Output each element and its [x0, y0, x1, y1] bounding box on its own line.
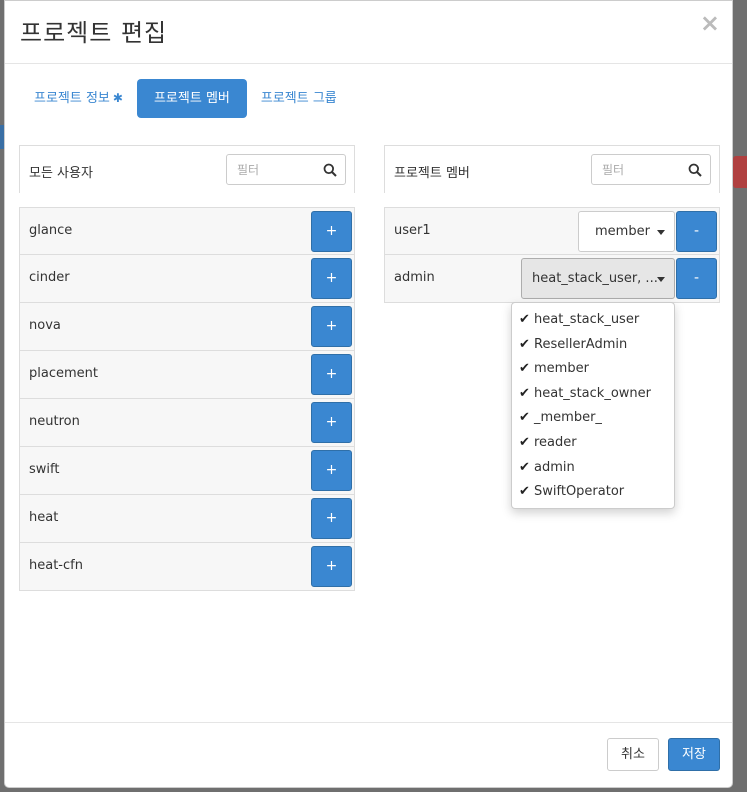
- list-item: heat-cfn +: [19, 543, 355, 591]
- role-option[interactable]: ✔ ResellerAdmin: [512, 333, 674, 358]
- role-option-label: ResellerAdmin: [534, 336, 628, 352]
- role-option[interactable]: ✔ member: [512, 357, 674, 382]
- panel-title: 프로젝트 멤버: [394, 166, 470, 181]
- role-option[interactable]: ✔ heat_stack_owner: [512, 382, 674, 407]
- list-item: glance +: [19, 207, 355, 255]
- save-button[interactable]: 저장: [668, 738, 720, 771]
- all-users-filter-input[interactable]: [227, 155, 312, 184]
- role-select[interactable]: heat_stack_user, ...: [521, 258, 675, 299]
- add-user-button[interactable]: +: [311, 498, 352, 539]
- caret-down-icon: [657, 277, 665, 282]
- close-button[interactable]: ×: [700, 11, 720, 35]
- role-select[interactable]: member: [578, 211, 675, 252]
- list-item: neutron +: [19, 399, 355, 447]
- search-icon[interactable]: [323, 163, 337, 177]
- check-icon: ✔: [519, 385, 530, 401]
- remove-member-button[interactable]: -: [676, 211, 717, 252]
- check-icon: ✔: [519, 410, 530, 426]
- add-user-button[interactable]: +: [311, 402, 352, 443]
- backdrop-fragment: [733, 156, 747, 188]
- list-item: placement +: [19, 351, 355, 399]
- tab-label: 프로젝트 정보: [34, 91, 110, 106]
- add-user-button[interactable]: +: [311, 450, 352, 491]
- role-option-label: heat_stack_owner: [534, 385, 651, 401]
- members-filter-input[interactable]: [592, 155, 677, 184]
- modal-footer: 취소 저장: [5, 722, 732, 789]
- user-name: heat-cfn: [29, 558, 83, 573]
- user-name: swift: [29, 462, 60, 477]
- panel-header: 모든 사용자: [19, 145, 355, 193]
- required-icon: ✱: [112, 91, 123, 105]
- tab-label: 프로젝트 멤버: [153, 91, 230, 106]
- list-item: swift +: [19, 447, 355, 495]
- add-user-button[interactable]: +: [311, 306, 352, 347]
- check-icon: ✔: [519, 336, 530, 352]
- user-name: neutron: [29, 414, 80, 429]
- role-option[interactable]: ✔ heat_stack_user: [512, 308, 674, 333]
- check-icon: ✔: [519, 312, 530, 327]
- role-option[interactable]: ✔ reader: [512, 431, 674, 456]
- role-option-label: admin: [534, 459, 575, 475]
- remove-member-button[interactable]: -: [676, 258, 717, 299]
- all-users-list: glance + cinder + nova + placement + neutron…: [19, 207, 355, 591]
- user-name: nova: [29, 318, 61, 333]
- add-user-button[interactable]: +: [311, 258, 352, 299]
- tab-project-members[interactable]: 프로젝트 멤버: [136, 79, 247, 118]
- user-name: placement: [29, 366, 98, 381]
- check-icon: ✔: [519, 434, 530, 450]
- modal-title: 프로젝트 편집: [20, 19, 168, 47]
- role-option[interactable]: ✔ admin: [512, 456, 674, 481]
- role-dropdown-menu: ✔ heat_stack_user ✔ ResellerAdmin ✔ member …: [511, 302, 675, 509]
- role-option-label: reader: [534, 434, 577, 450]
- add-user-button[interactable]: +: [311, 211, 352, 252]
- role-select-value: heat_stack_user, ...: [532, 271, 658, 286]
- user-name: heat: [29, 510, 59, 525]
- modal-header: 프로젝트 편집 ×: [5, 1, 732, 64]
- add-user-button[interactable]: +: [311, 354, 352, 395]
- list-item: user1 member -: [384, 207, 720, 255]
- role-option[interactable]: ✔ SwiftOperator: [512, 480, 674, 505]
- role-select-value: member: [595, 224, 650, 239]
- member-name: admin: [394, 270, 435, 285]
- cancel-button[interactable]: 취소: [607, 738, 659, 771]
- tab-bar: 프로젝트 정보 ✱ 프로젝트 멤버 프로젝트 그룹: [22, 79, 351, 118]
- tab-project-info[interactable]: 프로젝트 정보 ✱: [22, 79, 135, 118]
- check-icon: ✔: [519, 459, 530, 475]
- panel-header: 프로젝트 멤버: [384, 145, 720, 193]
- filter-box: [226, 154, 346, 185]
- check-icon: ✔: [519, 484, 530, 500]
- add-user-button[interactable]: +: [311, 546, 352, 587]
- filter-box: [591, 154, 711, 185]
- panel-title: 모든 사용자: [29, 166, 93, 181]
- role-option[interactable]: ✔ _member_: [512, 406, 674, 431]
- user-name: cinder: [29, 270, 70, 285]
- search-icon[interactable]: [688, 163, 702, 177]
- project-members-list: user1 member - admin heat_stack_user, ..…: [384, 207, 720, 303]
- user-name: glance: [29, 223, 73, 238]
- member-name: user1: [394, 223, 431, 238]
- tab-label: 프로젝트 그룹: [260, 91, 337, 106]
- check-icon: ✔: [519, 361, 530, 377]
- role-option-label: SwiftOperator: [534, 484, 625, 500]
- role-option-label: member: [534, 361, 589, 377]
- role-option-label: heat_stack_user: [534, 312, 640, 327]
- role-option-label: _member_: [534, 410, 602, 426]
- tab-project-groups[interactable]: 프로젝트 그룹: [249, 79, 349, 118]
- list-item: cinder +: [19, 255, 355, 303]
- list-item: heat +: [19, 495, 355, 543]
- list-item: admin heat_stack_user, ... -: [384, 255, 720, 303]
- caret-down-icon: [657, 230, 665, 235]
- list-item: nova +: [19, 303, 355, 351]
